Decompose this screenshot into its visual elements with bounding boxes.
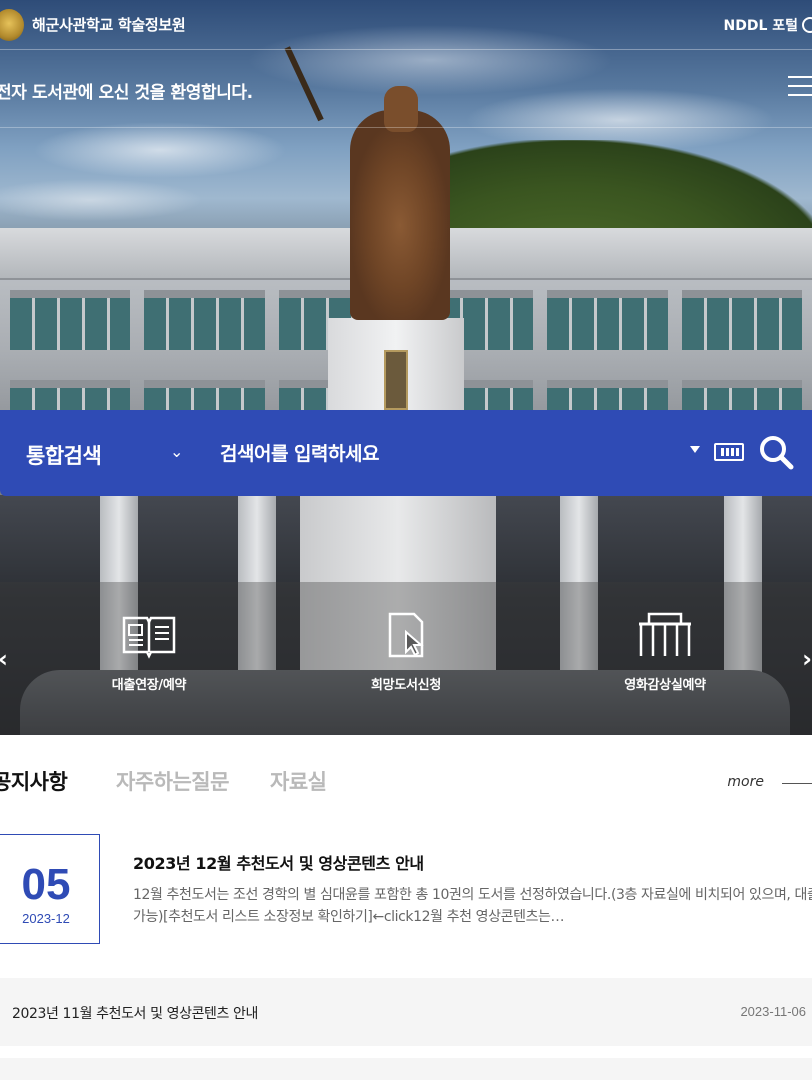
- date-badge: 05 2023-12: [0, 834, 100, 944]
- statue: [350, 110, 450, 320]
- date-day: 05: [21, 860, 71, 909]
- search-input[interactable]: [220, 432, 680, 476]
- featured-notice-summary: 12월 추천도서는 조선 경학의 별 심대윤를 포함한 총 10권의 도서를 선…: [133, 887, 812, 925]
- menu-icon[interactable]: [788, 76, 812, 98]
- quick-menu-label: 영화감상실예약: [624, 678, 706, 693]
- academy-emblem-icon[interactable]: [0, 9, 24, 41]
- desk-icon: [639, 612, 691, 656]
- list-item[interactable]: 2023년 11월 추천도서 및 영상콘텐츠 안내 2023-11-06: [0, 978, 812, 1046]
- search-icon[interactable]: [756, 432, 796, 472]
- chevron-left-icon[interactable]: ‹: [0, 645, 8, 673]
- caret-down-icon[interactable]: [690, 446, 700, 453]
- tab-archive[interactable]: 자료실: [270, 766, 327, 796]
- quick-menu-loan-renewal[interactable]: 대출연장/예약: [74, 610, 224, 693]
- date-year-month: 2023-12: [22, 911, 70, 926]
- welcome-text: 전자 도서관에 오신 것을 환영합니다.: [0, 83, 253, 103]
- book-icon: [122, 616, 176, 659]
- document-cursor-icon: [388, 612, 424, 658]
- quick-menu-book-request[interactable]: 희망도서신청: [331, 610, 481, 693]
- portal-link[interactable]: NDDL 포털: [723, 15, 798, 35]
- list-item[interactable]: [0, 1058, 812, 1080]
- chevron-down-icon[interactable]: ⌄: [170, 442, 183, 461]
- welcome-bar: 전자 도서관에 오신 것을 환영합니다.: [0, 50, 812, 128]
- featured-notice[interactable]: 05 2023-12 2023년 12월 추천도서 및 영상콘텐츠 안내 12월…: [0, 832, 812, 952]
- tab-notice[interactable]: 공지사항: [0, 766, 68, 796]
- list-item-date: 2023-11-06: [740, 1004, 806, 1019]
- site-logo-text[interactable]: 해군사관학교 학술정보원: [32, 14, 186, 35]
- more-line: [782, 783, 812, 784]
- top-bar: 해군사관학교 학술정보원 NDDL 포털: [0, 0, 812, 50]
- list-item-title[interactable]: 2023년 11월 추천도서 및 영상콘텐츠 안내: [12, 1003, 258, 1023]
- tab-faq[interactable]: 자주하는질문: [116, 766, 229, 796]
- chevron-right-icon[interactable]: ›: [802, 645, 812, 673]
- featured-notice-title[interactable]: 2023년 12월 추천도서 및 영상콘텐츠 안내: [133, 850, 424, 874]
- quick-menu-movie-room[interactable]: 영화감상실예약: [590, 610, 740, 693]
- search-scope-select[interactable]: 통합검색: [26, 440, 102, 470]
- keyboard-icon[interactable]: [714, 443, 744, 461]
- search-bar: 통합검색 ⌄: [0, 410, 812, 496]
- globe-icon[interactable]: [802, 17, 812, 33]
- quick-menu-label: 희망도서신청: [371, 678, 441, 693]
- quick-menu-label: 대출연장/예약: [111, 678, 187, 693]
- more-link[interactable]: more: [727, 774, 764, 790]
- board-tabs: 공지사항 자주하는질문 자료실 more: [0, 766, 812, 806]
